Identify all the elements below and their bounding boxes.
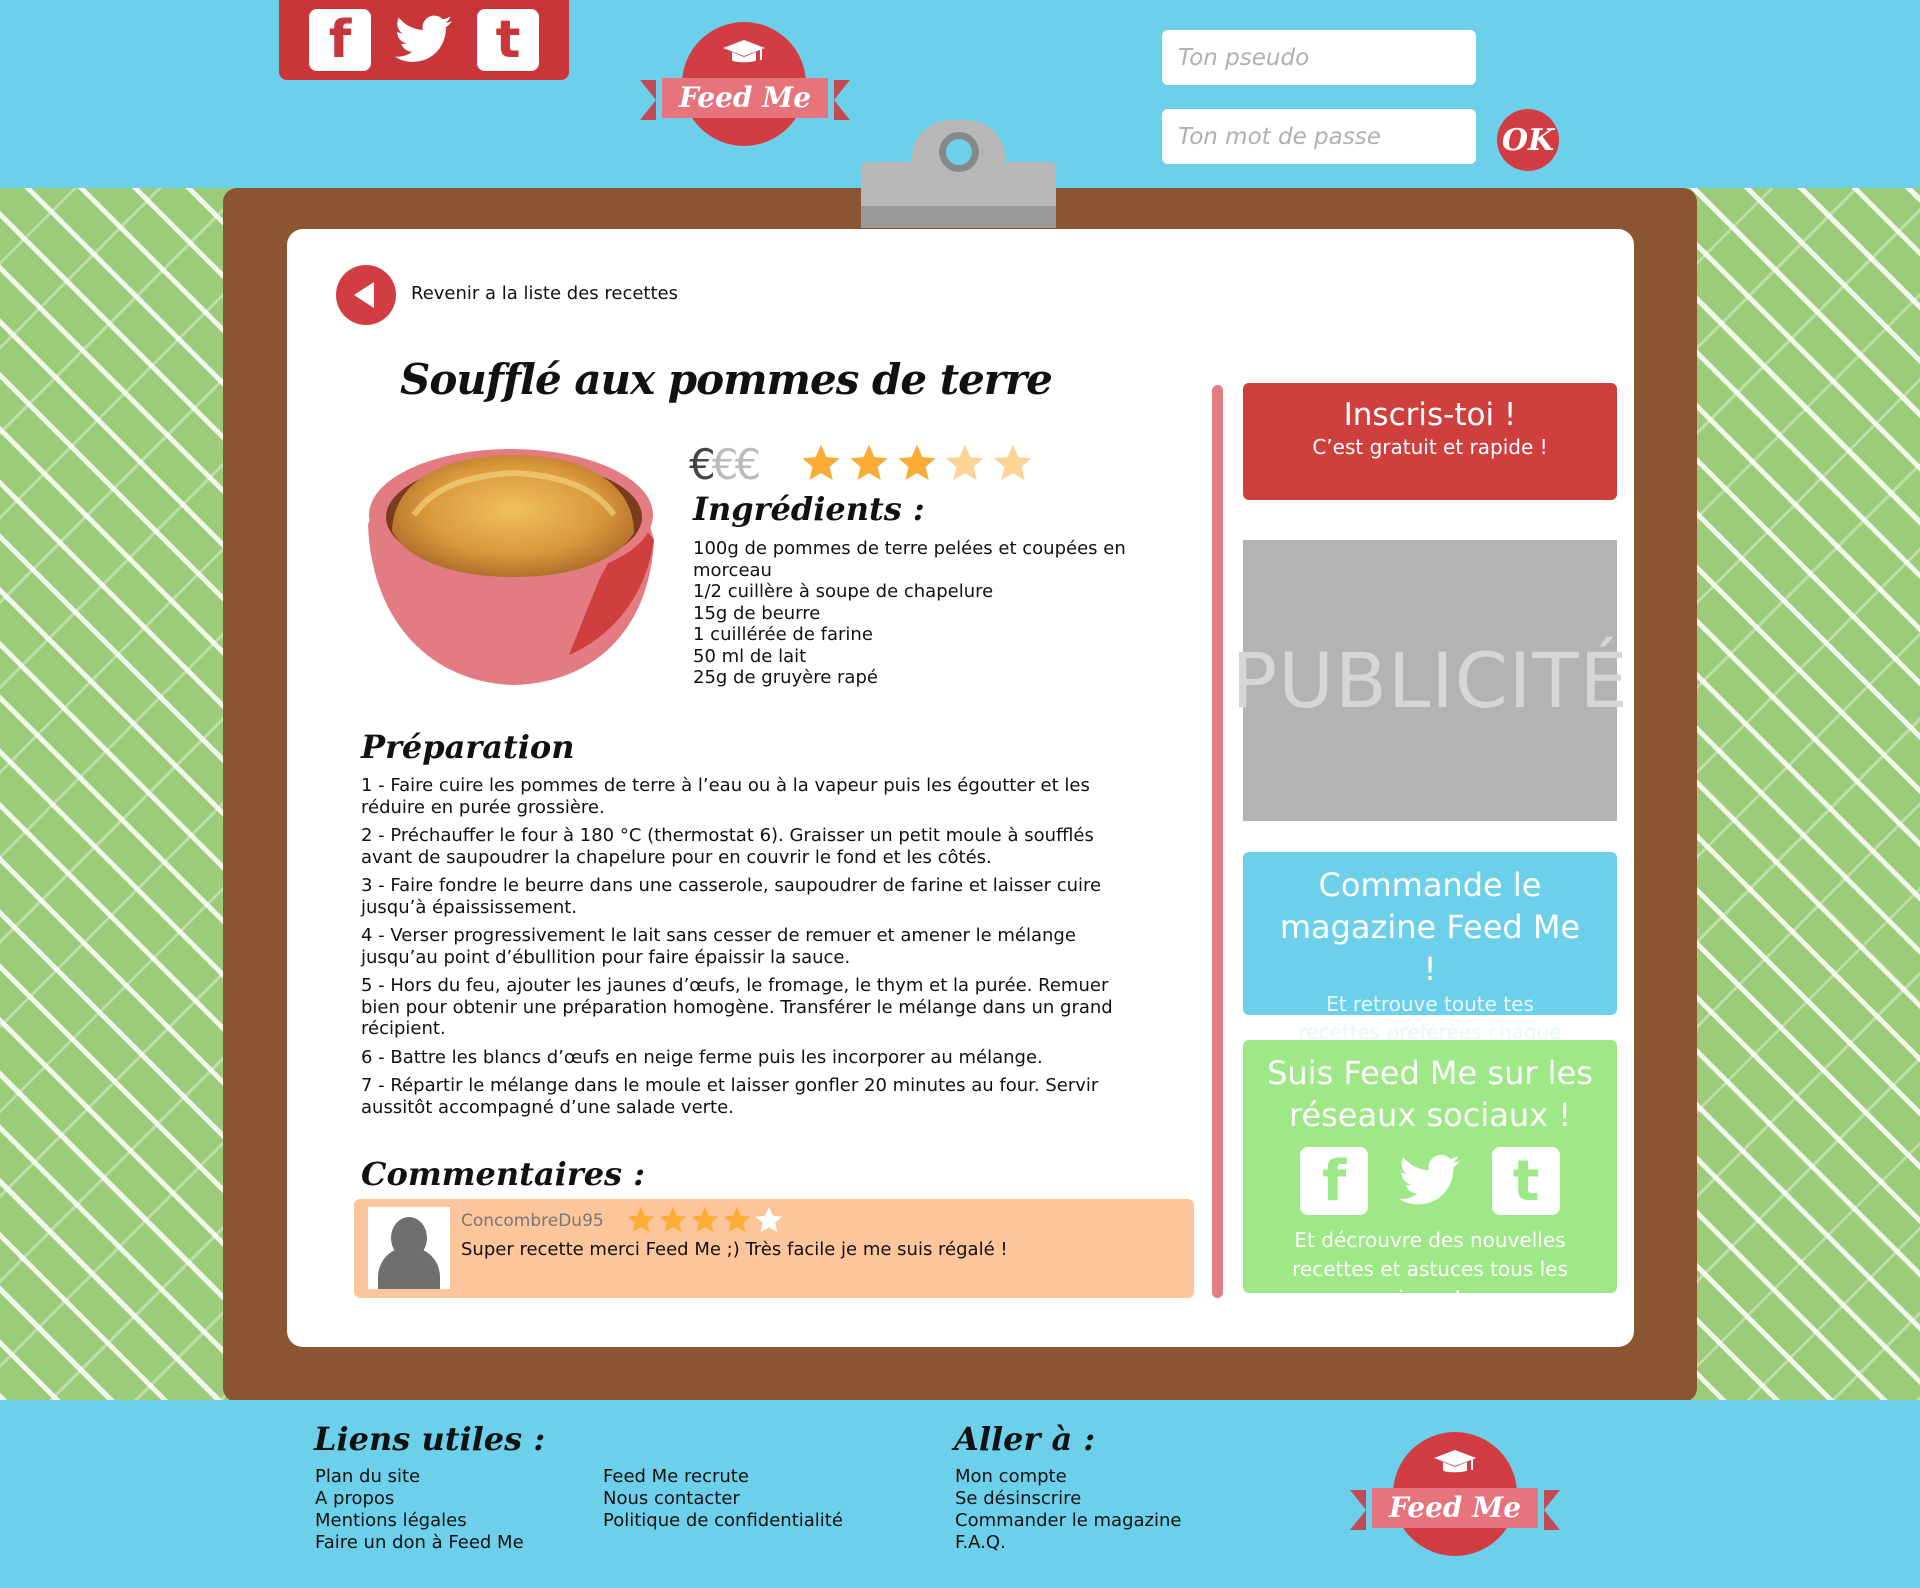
preparation-step: 5 - Hors du feu, ajouter les jaunes d’œu… — [361, 975, 1113, 1039]
comments-title: Commentaires : — [361, 1155, 646, 1193]
pseudo-input[interactable] — [1162, 30, 1476, 85]
footer-link[interactable]: Se désinscrire — [955, 1488, 1181, 1510]
goto-title: Aller à : — [954, 1420, 1096, 1458]
footer: Liens utiles : Plan du site A propos Menti… — [0, 1400, 1920, 1588]
magazine-box[interactable]: Commande le magazine Feed Me ! Et retrou… — [1243, 852, 1617, 1072]
price-on: € — [689, 440, 716, 489]
twitter-icon[interactable] — [1396, 1147, 1464, 1215]
star-icon — [755, 1206, 783, 1233]
follow-subtitle: Et décrouvre des nouvelles recettes et a… — [1292, 1228, 1568, 1310]
footer-link[interactable]: Politique de confidentialité — [603, 1510, 843, 1532]
signup-box[interactable]: Inscris-toi ! C’est gratuit et rapide ! — [1243, 383, 1617, 500]
star-icon — [723, 1206, 751, 1233]
star-icon — [994, 444, 1032, 481]
goto-links: Mon compte Se désinscrire Commander le mag… — [955, 1466, 1181, 1554]
useful-links-title: Liens utiles : — [314, 1420, 546, 1458]
clipboard-clip — [861, 120, 1056, 228]
password-input[interactable] — [1162, 109, 1476, 164]
comment-text: Super recette merci Feed Me ;) Très faci… — [461, 1239, 1008, 1260]
footer-logo[interactable]: Feed Me — [1350, 1432, 1560, 1556]
footer-link[interactable]: Plan du site — [315, 1466, 524, 1488]
comment-user[interactable]: ConcombreDu95 — [461, 1211, 604, 1231]
comment-rating — [626, 1205, 786, 1235]
magazine-title: Commande le magazine Feed Me ! — [1279, 866, 1581, 988]
star-icon — [627, 1206, 655, 1233]
footer-link[interactable]: Commander le magazine — [955, 1510, 1181, 1532]
preparation-title: Préparation — [361, 728, 575, 766]
follow-icons: f t — [1243, 1146, 1617, 1216]
preparation-step: 7 - Répartir le mélange dans le moule et… — [361, 1075, 1099, 1118]
preparation-step: 2 - Préchauffer le four à 180 °C (thermo… — [361, 825, 1094, 868]
ingredient-item: 1/2 cuillère à soupe de chapelure — [693, 581, 994, 602]
footer-link[interactable]: F.A.Q. — [955, 1532, 1181, 1554]
login-ok-button[interactable]: OK — [1497, 109, 1559, 171]
useful-links-col1: Plan du site A propos Mentions légales Fair… — [315, 1466, 524, 1554]
ingredient-item: 1 cuillérée de farine — [693, 624, 873, 645]
ad-banner[interactable]: PUBLICITÉ — [1231, 540, 1628, 821]
star-icon — [898, 444, 936, 481]
star-icon — [850, 444, 888, 481]
footer-link[interactable]: Faire un don à Feed Me — [315, 1532, 524, 1554]
graduation-cap-icon — [1434, 1450, 1476, 1473]
ad-label: PUBLICITÉ — [1231, 636, 1629, 725]
preparation-step: 3 - Faire fondre le beurre dans une cass… — [361, 875, 1102, 918]
tumblr-icon[interactable]: t — [477, 9, 539, 71]
footer-link[interactable]: Feed Me recrute — [603, 1466, 843, 1488]
signup-subtitle: C’est gratuit et rapide ! — [1312, 435, 1548, 459]
star-icon — [691, 1206, 719, 1233]
logo-text: Feed Me — [662, 78, 828, 118]
recipe-photo — [368, 449, 654, 685]
ingredients-list: 100g de pommes de terre pelées et coupée… — [693, 538, 1153, 689]
facebook-icon[interactable]: f — [309, 9, 371, 71]
preparation-step: 4 - Verser progressivement le lait sans … — [361, 925, 1076, 968]
recipe-rating[interactable] — [800, 442, 1040, 484]
signup-title: Inscris-toi ! — [1343, 397, 1517, 433]
preparation-step: 1 - Faire cuire les pommes de terre à l’… — [361, 775, 1090, 818]
back-arrow-icon[interactable] — [336, 265, 396, 325]
follow-title: Suis Feed Me sur les réseaux sociaux ! — [1267, 1054, 1593, 1134]
social-follow-box: Suis Feed Me sur les réseaux sociaux ! f… — [1243, 1040, 1617, 1310]
footer-link[interactable]: Mon compte — [955, 1466, 1181, 1488]
preparation-steps: 1 - Faire cuire les pommes de terre à l’… — [361, 775, 1141, 1125]
footer-logo-text: Feed Me — [1372, 1488, 1538, 1528]
ingredient-item: 100g de pommes de terre pelées et coupée… — [693, 538, 1126, 581]
social-links-top: f t — [279, 0, 569, 80]
star-icon — [802, 444, 840, 481]
footer-link[interactable]: Mentions légales — [315, 1510, 524, 1532]
price-off: €€ — [711, 440, 761, 489]
star-icon — [659, 1206, 687, 1233]
recipe-title: Soufflé aux pommes de terre — [400, 355, 1053, 404]
useful-links-col2: Feed Me recrute Nous contacter Politique d… — [603, 1466, 843, 1532]
footer-link[interactable]: A propos — [315, 1488, 524, 1510]
footer-link[interactable]: Nous contacter — [603, 1488, 843, 1510]
ingredients-title: Ingrédients : — [693, 490, 925, 528]
tumblr-icon[interactable]: t — [1492, 1147, 1560, 1215]
comment-card: ConcombreDu95 Super recette merci Feed M… — [354, 1199, 1194, 1298]
twitter-icon[interactable] — [393, 9, 455, 71]
price-indicator: €€€ — [689, 440, 761, 489]
ingredient-item: 50 ml de lait — [693, 645, 807, 667]
logo[interactable]: Feed Me — [640, 22, 850, 146]
graduation-cap-icon — [723, 40, 765, 63]
avatar — [368, 1207, 450, 1289]
facebook-icon[interactable]: f — [1300, 1147, 1368, 1215]
star-icon — [946, 444, 984, 481]
preparation-step: 6 - Battre les blancs d’œufs en neige fe… — [361, 1046, 1043, 1068]
ingredient-item: 25g de gruyère rapé — [693, 667, 878, 688]
content-divider — [1212, 385, 1223, 1298]
back-link[interactable]: Revenir a la liste des recettes — [411, 283, 678, 304]
ingredient-item: 15g de beurre — [693, 602, 821, 624]
